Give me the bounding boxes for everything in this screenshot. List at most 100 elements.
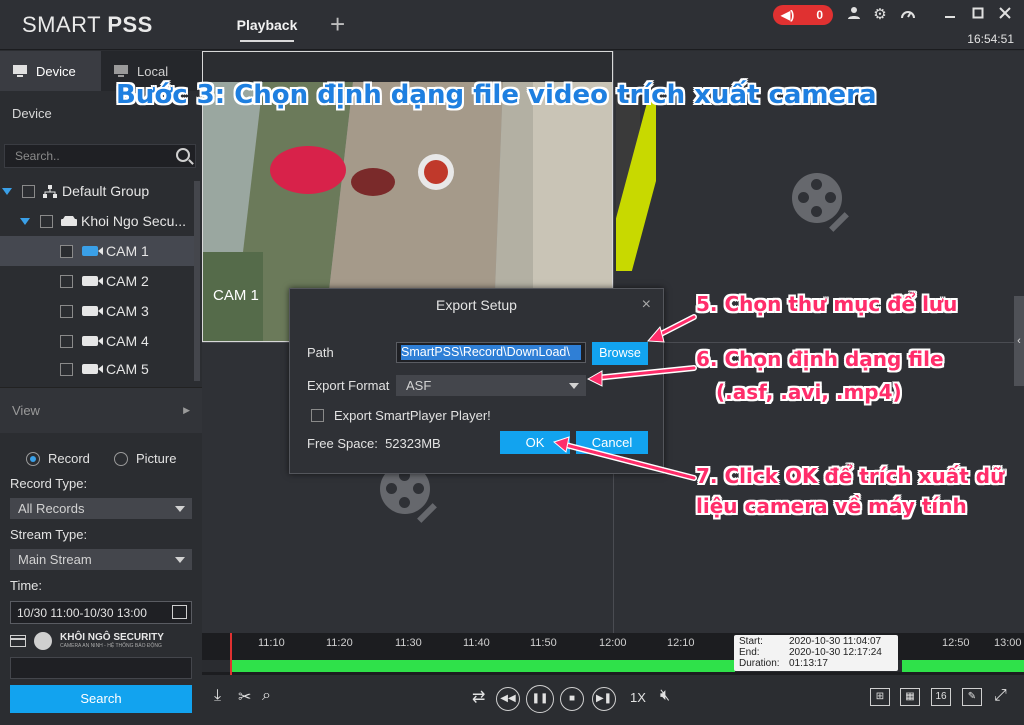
search-icon[interactable] <box>176 148 190 162</box>
rewind-icon[interactable]: ◀◀ <box>496 687 520 711</box>
stream-type-value: Main Stream <box>18 552 92 567</box>
chevron-right-icon: ▶ <box>183 405 190 415</box>
mute-icon[interactable]: 🔇︎ <box>660 687 670 705</box>
tab-device[interactable]: Device <box>0 51 101 91</box>
layout-16-icon[interactable]: 16 <box>931 688 951 706</box>
add-tab-icon[interactable]: + <box>330 11 345 37</box>
tab-playback[interactable]: Playback <box>226 0 308 50</box>
tree-cam-1[interactable]: CAM 1 <box>0 236 194 266</box>
export-player-option[interactable]: Export SmartPlayer Player! <box>311 408 491 423</box>
export-format-select[interactable]: ASF <box>396 375 586 396</box>
tree-group[interactable]: Default Group <box>0 176 194 206</box>
ok-button[interactable]: OK <box>500 431 570 454</box>
playback-timeline[interactable]: 11:10 11:20 11:30 11:40 11:50 12:00 12:1… <box>202 633 1024 675</box>
tick-label: 11:40 <box>463 637 490 649</box>
time-range-input[interactable]: 10/30 11:00-10/30 13:00 <box>10 601 192 624</box>
export-player-label: Export SmartPlayer Player! <box>334 408 491 423</box>
cam-checkbox[interactable] <box>60 304 73 318</box>
cam-checkbox[interactable] <box>60 362 73 376</box>
cam-label: CAM 5 <box>106 361 149 377</box>
search-button[interactable]: Search <box>10 685 192 713</box>
gear-icon[interactable]: ⚙ <box>871 6 889 24</box>
alarm-badge[interactable]: ◀) 0 <box>773 5 833 25</box>
smart-search-icon[interactable]: ⌕ <box>262 687 271 705</box>
search-placeholder: Search.. <box>15 149 60 163</box>
layout-9-icon[interactable]: ▦ <box>900 688 920 706</box>
speaker-icon: ◀) <box>781 8 795 22</box>
stream-type-select[interactable]: Main Stream <box>10 549 192 570</box>
tree-cam-2[interactable]: CAM 2 <box>0 266 194 296</box>
stream-type-label: Stream Type: <box>10 527 88 542</box>
radio-picture[interactable]: Picture <box>114 451 176 466</box>
step7-note-line1: 7. Click OK để trích xuất dữ <box>696 464 1005 488</box>
logo-text: KHÔI NGÔ SECURITY <box>60 632 164 643</box>
camera-icon <box>82 246 103 256</box>
tree-cam-5[interactable]: CAM 5 <box>0 356 194 382</box>
browse-button[interactable]: Browse <box>592 342 648 365</box>
recording-segment[interactable] <box>902 660 1024 672</box>
camera-icon <box>82 306 103 316</box>
view-label: View <box>12 403 40 418</box>
film-reel-icon <box>792 173 849 232</box>
duration-value: 01:13:17 <box>789 658 828 669</box>
cam-checkbox[interactable] <box>60 334 73 348</box>
close-icon[interactable]: × <box>642 289 651 321</box>
radio-picture-dot[interactable] <box>114 451 128 466</box>
radio-record-dot[interactable] <box>26 451 40 466</box>
radio-record[interactable]: Record <box>26 451 90 466</box>
dialog-title-text: Export Setup <box>436 297 517 313</box>
timeline-cursor[interactable] <box>230 633 232 675</box>
speed-label[interactable]: 1X <box>630 690 646 705</box>
path-value: SmartPSS\Record\DownLoad\ <box>401 345 581 360</box>
logo-subtext: CAMERA AN NINH - HỆ THỐNG BÁO ĐỘNG <box>60 643 162 649</box>
minimize-icon[interactable] <box>941 6 959 24</box>
scissors-icon[interactable]: ✂ <box>238 687 251 707</box>
record-type-select[interactable]: All Records <box>10 498 192 519</box>
free-space: Free Space: 52323MB <box>307 436 441 451</box>
edit-icon[interactable]: ✎ <box>962 688 982 706</box>
close-icon[interactable] <box>996 6 1014 24</box>
cam-checkbox[interactable] <box>60 274 73 288</box>
cancel-button[interactable]: Cancel <box>576 431 648 454</box>
export-format-value: ASF <box>406 378 432 393</box>
download-icon[interactable]: ⤓ <box>214 687 221 705</box>
tree-device[interactable]: Khoi Ngo Secu... <box>0 206 194 236</box>
device-label: Khoi Ngo Secu... <box>81 213 187 229</box>
end-value: 2020-10-30 12:17:24 <box>789 647 882 658</box>
device-search-input[interactable]: Search.. <box>4 144 196 168</box>
user-icon[interactable] <box>845 6 863 24</box>
group-label: Default Group <box>62 183 150 199</box>
cam-checkbox[interactable] <box>60 244 73 258</box>
stop-icon[interactable]: ■ <box>560 687 584 711</box>
expand-icon[interactable] <box>2 187 12 195</box>
tree-cam-3[interactable]: CAM 3 <box>0 296 194 326</box>
path-label: Path <box>307 345 334 360</box>
export-player-checkbox[interactable] <box>311 409 324 422</box>
calendar-icon[interactable] <box>172 605 187 619</box>
pause-icon[interactable]: ❚❚ <box>526 685 554 713</box>
gauge-icon[interactable] <box>899 6 917 24</box>
export-setup-dialog: Export Setup × Path SmartPSS\Record\Down… <box>289 288 664 474</box>
step7-note-line2: liệu camera về máy tính <box>696 494 967 518</box>
maximize-icon[interactable] <box>969 6 987 24</box>
fullscreen-icon[interactable]: ⤢ <box>994 687 1007 705</box>
view-section-header[interactable]: View ▶ <box>0 387 202 433</box>
step-forward-icon[interactable]: ▶❚ <box>592 687 616 711</box>
path-input[interactable]: SmartPSS\Record\DownLoad\ <box>396 342 586 363</box>
expand-icon[interactable] <box>20 217 30 225</box>
step6-note-line2: (.asf, .avi, .mp4) <box>716 380 902 404</box>
tick-label: 12:50 <box>942 637 970 649</box>
collapse-handle[interactable]: ‹ <box>1014 296 1024 386</box>
cam-label: CAM 4 <box>106 333 149 349</box>
layout-4-icon[interactable]: ⊞ <box>870 688 890 706</box>
tick-label: 11:10 <box>258 637 285 649</box>
record-type-label: Record Type: <box>10 476 88 491</box>
record-type-value: All Records <box>18 501 85 516</box>
tick-label: 13:00 <box>994 637 1022 649</box>
sync-icon[interactable]: ⇄ <box>472 687 485 707</box>
tree-scrollbar[interactable] <box>194 181 200 381</box>
recording-segment[interactable] <box>230 660 735 672</box>
tree-cam-4[interactable]: CAM 4 <box>0 326 194 356</box>
device-checkbox[interactable] <box>40 214 53 228</box>
group-checkbox[interactable] <box>22 184 35 198</box>
